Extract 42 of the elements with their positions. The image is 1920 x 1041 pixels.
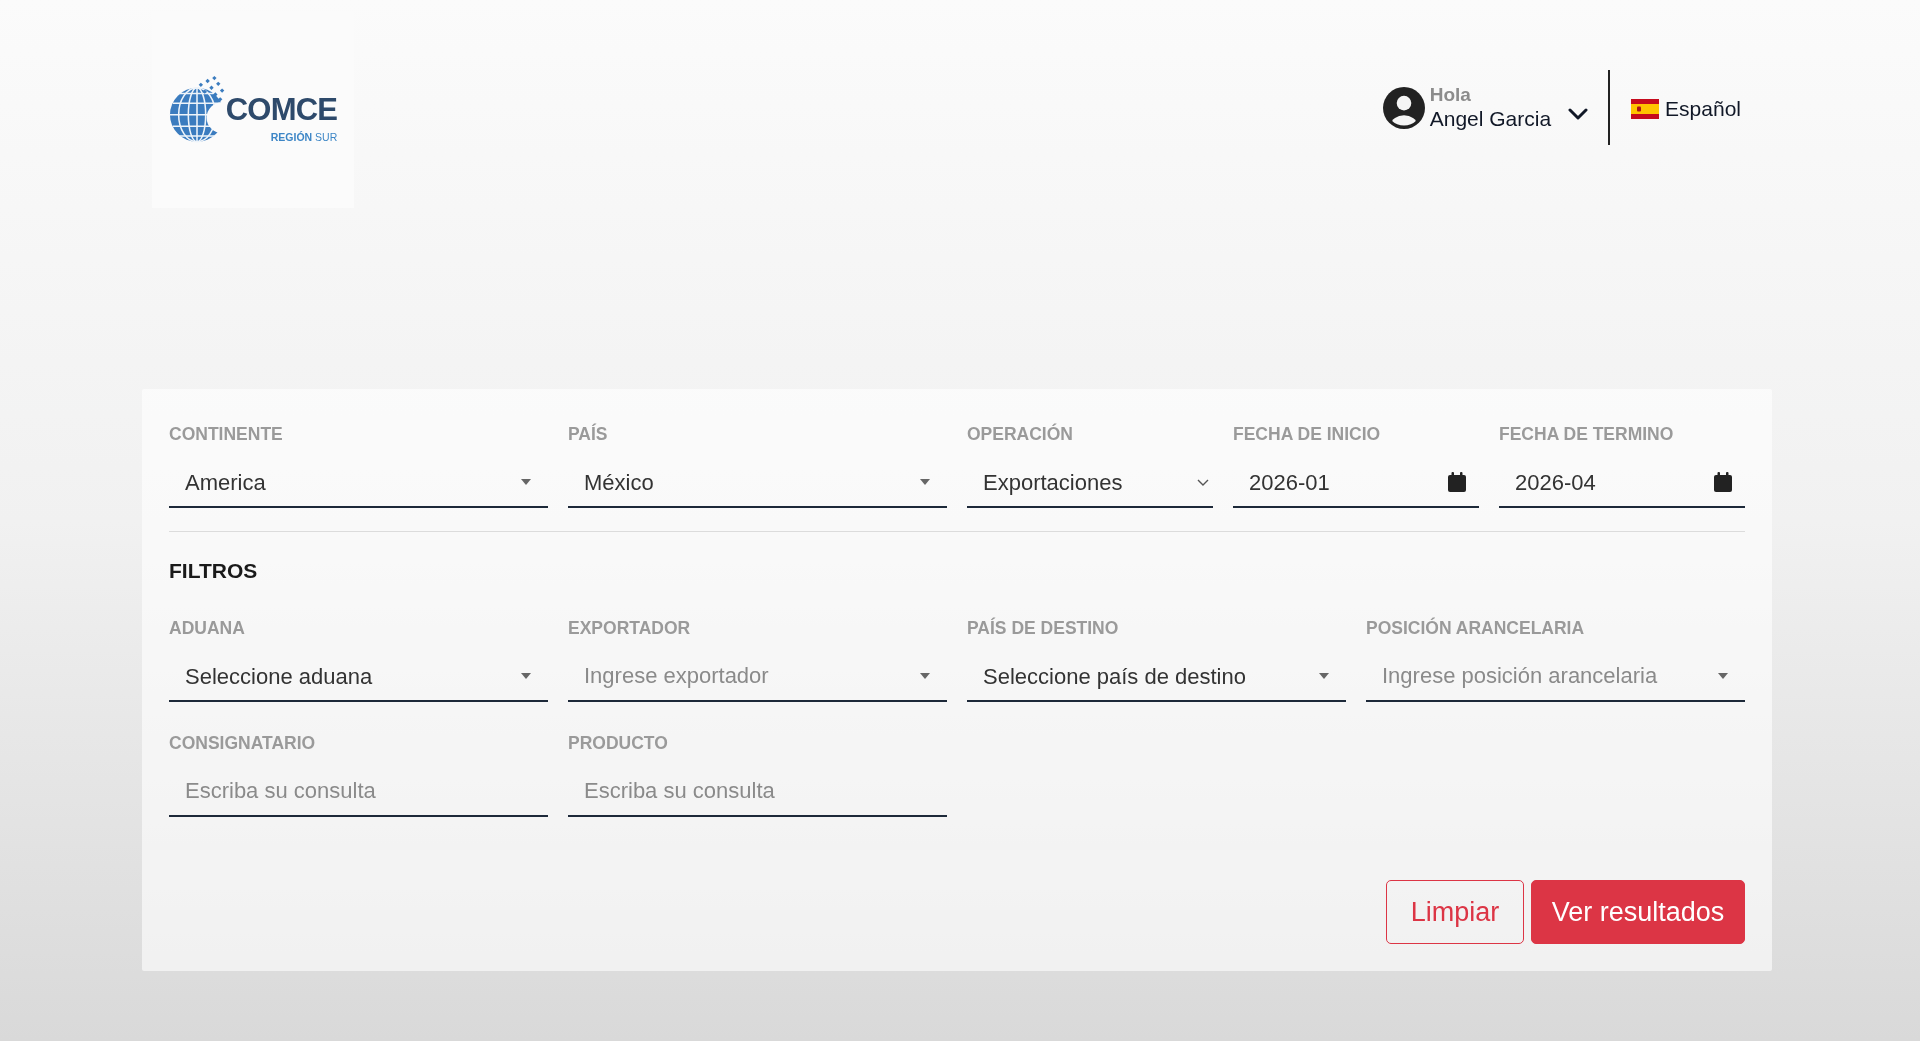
- caret-down-icon: [920, 479, 930, 485]
- user-menu-button[interactable]: Hola Angel Garcia: [1382, 84, 1589, 131]
- field-label: FECHA DE INICIO: [1233, 424, 1381, 444]
- field-label: ADUANA: [169, 618, 245, 638]
- dropdown-field[interactable]: Ingrese posición arancelaria: [1366, 652, 1745, 702]
- caret-down-icon: [1718, 673, 1728, 679]
- language-selector[interactable]: Español: [1631, 93, 1741, 125]
- field-label: FECHA DE TERMINO: [1499, 424, 1674, 444]
- date-field[interactable]: 2026-04: [1499, 458, 1745, 508]
- section-title: FILTROS: [169, 559, 258, 583]
- chevron-down-icon: [1568, 107, 1589, 120]
- dropdown-field[interactable]: México: [568, 458, 947, 508]
- spain-flag-icon: [1631, 99, 1660, 119]
- calendar-icon: [1714, 472, 1732, 492]
- field-label: OPERACIÓN: [967, 424, 1073, 444]
- caret-down-icon: [521, 673, 531, 679]
- dropdown-field[interactable]: Ingrese exportador: [568, 652, 947, 702]
- globe-logo-icon: [168, 73, 225, 143]
- clear-button[interactable]: Limpiar: [1386, 880, 1524, 944]
- caret-down-icon: [1319, 673, 1329, 679]
- results-button[interactable]: Ver resultados: [1531, 880, 1745, 944]
- dropdown-field[interactable]: Exportaciones: [967, 458, 1213, 508]
- chevron-down-icon: [1197, 478, 1209, 486]
- field-label: POSICIÓN ARANCELARIA: [1366, 618, 1585, 638]
- field-label: PAÍS: [568, 424, 608, 444]
- caret-down-icon: [920, 673, 930, 679]
- dropdown-field[interactable]: Seleccione país de destino: [967, 652, 1346, 702]
- text-field[interactable]: Escriba su consulta: [568, 767, 947, 817]
- logo-tagline: REGIÓN SUR: [270, 131, 338, 143]
- dropdown-field[interactable]: Seleccione aduana: [169, 652, 548, 702]
- date-field[interactable]: 2026-01: [1233, 458, 1479, 508]
- text-field[interactable]: Escriba su consulta: [169, 767, 548, 817]
- user-avatar-icon: [1382, 86, 1425, 129]
- field-label: CONSIGNATARIO: [169, 733, 316, 753]
- field-label: PRODUCTO: [568, 733, 668, 753]
- caret-down-icon: [521, 479, 531, 485]
- calendar-icon: [1448, 472, 1466, 492]
- dropdown-field[interactable]: America: [169, 458, 548, 508]
- field-label: EXPORTADOR: [568, 618, 691, 638]
- logo-wordmark: COMCE: [225, 94, 338, 126]
- field-label: PAÍS DE DESTINO: [967, 618, 1119, 638]
- field-label: CONTINENTE: [169, 424, 283, 444]
